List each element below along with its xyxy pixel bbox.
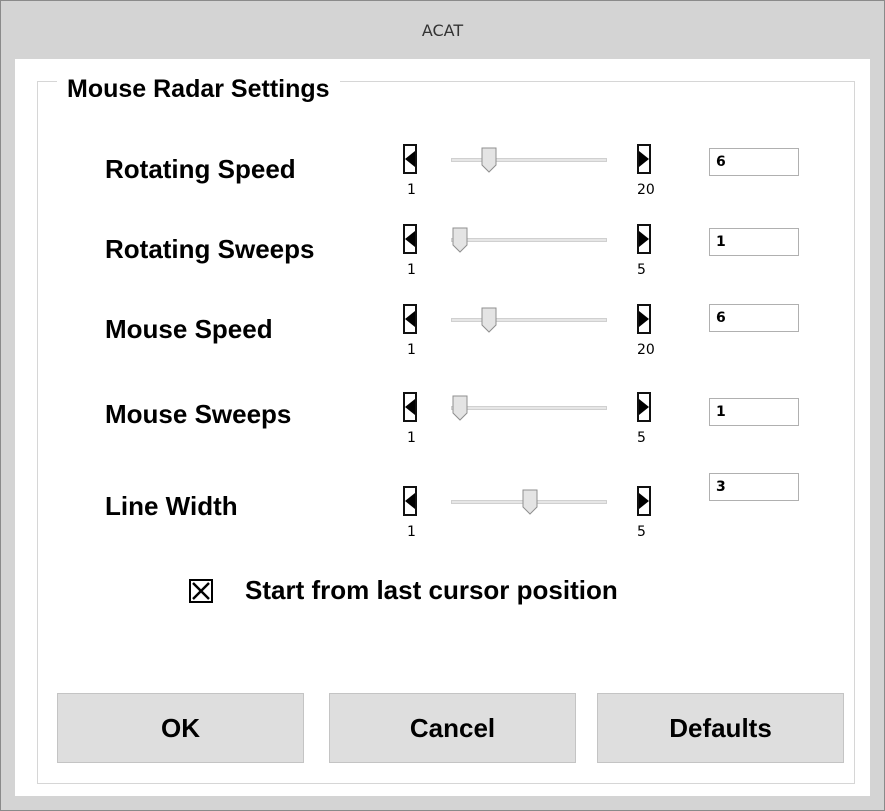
decrease-arrow-icon[interactable] [403,144,417,174]
slider-min-label: 1 [407,430,416,446]
value-field[interactable]: 1 [709,228,799,256]
slider-min-label: 1 [407,524,416,540]
slider-thumb[interactable] [522,489,538,515]
slider-track[interactable] [451,238,607,242]
group-title: Mouse Radar Settings [57,75,340,104]
decrease-arrow-icon[interactable] [403,304,417,334]
decrease-arrow-icon[interactable] [403,486,417,516]
setting-label: Rotating Speed [105,154,296,184]
value-field[interactable]: 3 [709,473,799,501]
setting-label: Mouse Sweeps [105,399,292,429]
increase-arrow-icon[interactable] [637,392,651,422]
setting-row-rotating-speed: Rotating Speed 1 20 6 [1,141,885,201]
slider-max-label: 5 [637,430,646,446]
cancel-button[interactable]: Cancel [329,693,576,763]
increase-arrow-icon[interactable] [637,224,651,254]
slider-thumb[interactable] [452,227,468,253]
slider-max-label: 20 [637,182,655,198]
ok-button[interactable]: OK [57,693,304,763]
window-title: ACAT [421,21,464,40]
increase-arrow-icon[interactable] [637,144,651,174]
slider-max-label: 5 [637,262,646,278]
slider-thumb[interactable] [452,395,468,421]
defaults-button[interactable]: Defaults [597,693,844,763]
value-field[interactable]: 6 [709,148,799,176]
window-frame-bottom [1,796,884,810]
slider-min-label: 1 [407,342,416,358]
title-bar[interactable]: ACAT [1,1,884,59]
decrease-arrow-icon[interactable] [403,224,417,254]
setting-row-rotating-sweeps: Rotating Sweeps 1 5 1 [1,221,885,281]
checkbox-label: Start from last cursor position [245,575,618,605]
slider-max-label: 20 [637,342,655,358]
slider-thumb[interactable] [481,307,497,333]
slider-min-label: 1 [407,182,416,198]
settings-window: ACAT Mouse Radar Settings Rotating Speed… [0,0,885,811]
setting-row-mouse-sweeps: Mouse Sweeps 1 5 1 [1,389,885,449]
setting-row-line-width: Line Width 1 5 3 [1,473,885,540]
value-field[interactable]: 6 [709,304,799,332]
setting-label: Mouse Speed [105,314,273,344]
x-check-icon[interactable] [189,579,213,603]
value-field[interactable]: 1 [709,398,799,426]
slider-min-label: 1 [407,262,416,278]
slider-max-label: 5 [637,524,646,540]
slider-thumb[interactable] [481,147,497,173]
increase-arrow-icon[interactable] [637,486,651,516]
setting-label: Rotating Sweeps [105,234,315,264]
increase-arrow-icon[interactable] [637,304,651,334]
setting-row-mouse-speed: Mouse Speed 1 20 6 [1,301,885,361]
slider-track[interactable] [451,158,607,162]
decrease-arrow-icon[interactable] [403,392,417,422]
slider-track[interactable] [451,406,607,410]
slider-track[interactable] [451,318,607,322]
setting-label: Line Width [105,491,238,521]
